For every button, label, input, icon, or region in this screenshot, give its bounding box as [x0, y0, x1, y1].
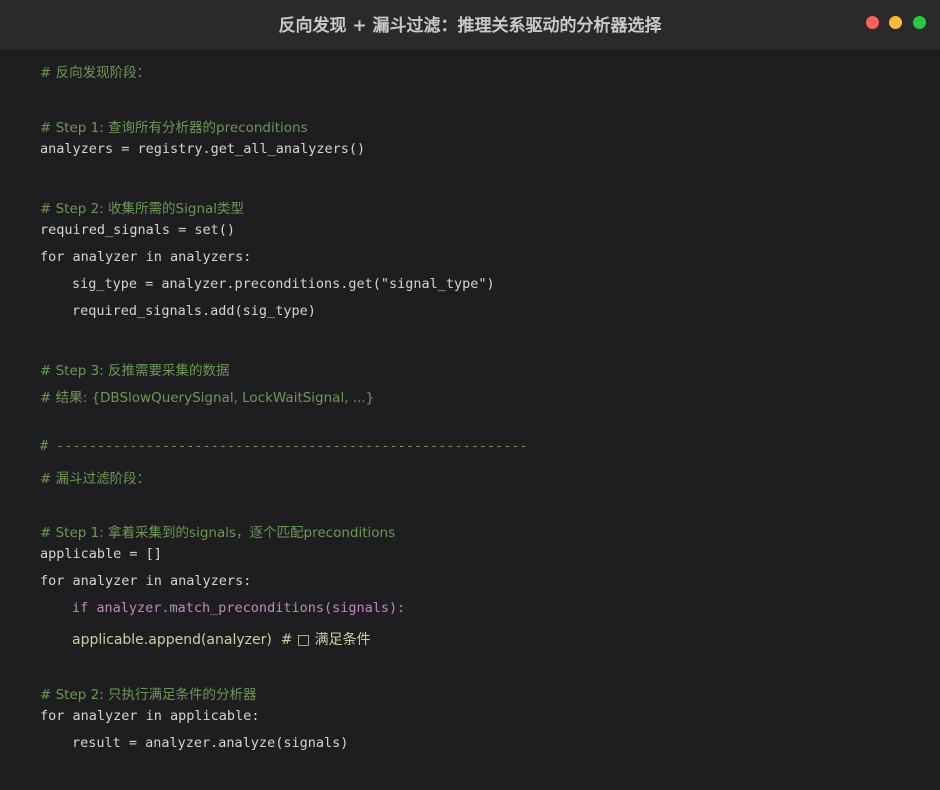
code-line: for analyzer in analyzers: [40, 573, 252, 589]
code-area: # 反向发现阶段： # Step 1: 查询所有分析器的precondition… [0, 49, 940, 790]
title-bar: 反向发现 + 漏斗过滤：推理关系驱动的分析器选择 [0, 0, 940, 50]
code-line: required_signals.add(sig_type) [72, 303, 316, 319]
code-window: 反向发现 + 漏斗过滤：推理关系驱动的分析器选择 # 反向发现阶段： # Ste… [0, 0, 940, 790]
code-line: # 结果: {DBSlowQuerySignal, LockWaitSignal… [40, 390, 375, 406]
window-title: 反向发现 + 漏斗过滤：推理关系驱动的分析器选择 [278, 16, 662, 36]
code-line: # 反向发现阶段： [40, 65, 151, 81]
code-line: if analyzer.match_preconditions(signals)… [72, 600, 406, 616]
code-line: result = analyzer.analyze(signals) [72, 735, 349, 751]
code-line: # Step 1: 查询所有分析器的preconditions [40, 120, 308, 136]
code-line: sig_type = analyzer.preconditions.get("s… [72, 276, 495, 292]
code-line: for analyzer in applicable: [40, 708, 260, 724]
code-line: # Step 1: 拿着采集到的signals，逐个匹配precondition… [40, 525, 396, 541]
code-line: # Step 2: 只执行满足条件的分析器 [40, 687, 257, 703]
code-line: # 漏斗过滤阶段： [40, 471, 151, 487]
code-line: # Step 2: 收集所需的Signal类型 [40, 201, 245, 217]
code-line: # Step 3: 反推需要采集的数据 [40, 363, 230, 379]
minimize-button[interactable] [889, 16, 902, 29]
close-button[interactable] [866, 16, 879, 29]
code-line: applicable = [] [40, 546, 162, 562]
code-line: # --------------------------------------… [40, 438, 528, 454]
code-line: analyzers = registry.get_all_analyzers() [40, 141, 366, 157]
code-line: required_signals = set() [40, 222, 236, 238]
code-line: for analyzer in analyzers: [40, 249, 252, 265]
maximize-button[interactable] [913, 16, 926, 29]
code-line: applicable.append(analyzer) # □ 满足条件 [72, 632, 371, 648]
